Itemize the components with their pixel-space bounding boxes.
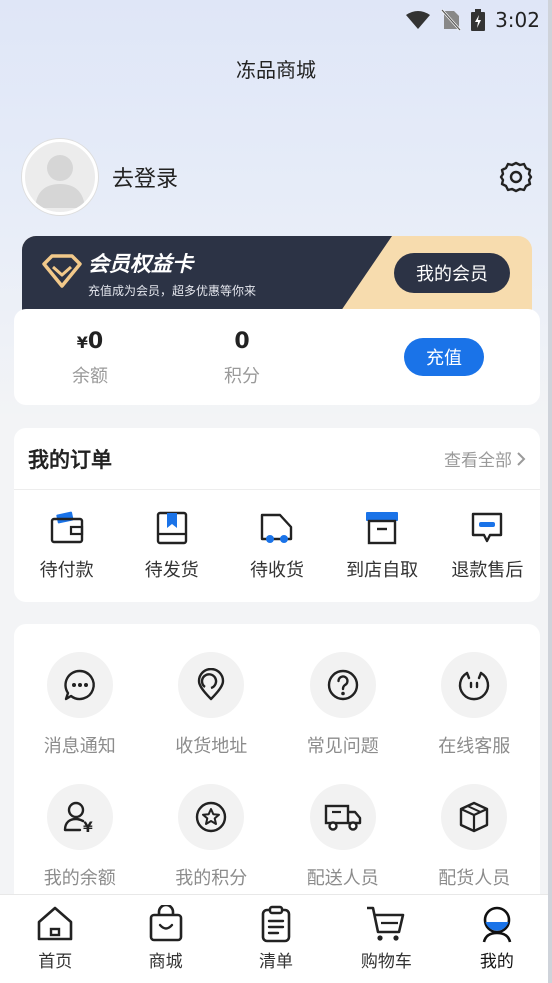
clipboard-list-icon — [261, 905, 291, 943]
settings-button[interactable] — [498, 159, 534, 195]
battery-icon — [471, 9, 486, 31]
tab-cart[interactable]: 购物车 — [331, 895, 441, 983]
chevron-right-icon — [517, 451, 526, 466]
location-pin-icon — [198, 668, 225, 701]
profile-section: 去登录 — [22, 138, 534, 216]
avatar[interactable] — [22, 139, 98, 215]
tab-mall[interactable]: 商城 — [110, 895, 220, 983]
view-all-orders-link[interactable]: 查看全部 — [444, 446, 526, 471]
vip-card-subtitle: 充值成为会员，超多优惠等你来 — [88, 284, 257, 298]
home-icon — [37, 906, 73, 941]
order-refund-aftersale[interactable]: 退款售后 — [435, 510, 540, 582]
balance-value: ¥0 — [76, 329, 104, 354]
diamond-icon — [42, 254, 82, 288]
service-online-support[interactable]: 在线客服 — [409, 652, 541, 784]
service-faq[interactable]: 常见问题 — [277, 652, 409, 784]
points-column[interactable]: 0 积分 — [182, 329, 302, 388]
service-address[interactable]: 收货地址 — [146, 652, 278, 784]
wallet-icon — [50, 511, 83, 544]
profile-icon — [482, 906, 512, 943]
orders-title: 我的订单 — [28, 447, 112, 472]
order-store-pickup[interactable]: 到店自取 — [330, 510, 435, 582]
orders-card: 我的订单 查看全部 待付款 待发货 待收货 到店自取 退款售后 — [14, 428, 540, 602]
tab-list[interactable]: 清单 — [221, 895, 331, 983]
order-pending-payment[interactable]: 待付款 — [14, 510, 119, 582]
customer-service-icon — [459, 671, 490, 701]
question-icon — [327, 669, 358, 701]
points-label: 积分 — [224, 366, 260, 387]
service-messages[interactable]: 消息通知 — [14, 652, 146, 784]
star-badge-icon — [196, 801, 227, 833]
wifi-icon — [406, 11, 431, 29]
order-pending-receipt[interactable]: 待收货 — [224, 510, 329, 582]
chat-refund-icon — [472, 512, 503, 543]
balance-card: ¥0 余额 0 积分 充值 — [14, 309, 540, 405]
orders-header: 我的订单 查看全部 — [14, 428, 540, 490]
scroll-edge — [548, 0, 552, 983]
balance-label: 余额 — [72, 366, 108, 387]
yen-symbol: ¥ — [76, 333, 88, 352]
status-time: 3:02 — [495, 8, 540, 32]
bottom-tab-bar: 首页 商城 清单 购物车 我的 — [0, 894, 552, 983]
services-grid: 消息通知 收货地址 常见问题 在线客服 ¥ 我的余额 我的积分 配送人员 配货人… — [14, 624, 540, 916]
user-yen-icon: ¥ — [63, 801, 93, 834]
page-title: 冻品商城 — [236, 58, 316, 82]
delivery-truck-icon — [324, 804, 361, 831]
gear-icon — [499, 161, 533, 193]
archive-box-icon — [366, 512, 399, 545]
message-icon — [64, 669, 95, 701]
tab-home[interactable]: 首页 — [0, 895, 110, 983]
services-card: 消息通知 收货地址 常见问题 在线客服 ¥ 我的余额 我的积分 配送人员 配货人… — [14, 624, 540, 924]
svg-text:¥: ¥ — [83, 820, 93, 834]
no-sim-icon — [441, 9, 462, 31]
shopping-bag-icon — [149, 905, 182, 942]
cart-icon — [367, 906, 405, 941]
vip-card[interactable]: 会员权益卡 充值成为会员，超多优惠等你来 我的会员 — [22, 236, 532, 312]
truck-icon — [260, 513, 293, 543]
tab-mine[interactable]: 我的 — [442, 895, 552, 983]
points-value: 0 — [234, 329, 250, 354]
balance-column[interactable]: ¥0 余额 — [30, 329, 150, 388]
recharge-button[interactable]: 充值 — [404, 338, 484, 376]
login-link[interactable]: 去登录 — [112, 161, 178, 193]
default-avatar-icon — [35, 155, 85, 208]
vip-card-title: 会员权益卡 — [88, 252, 193, 276]
status-bar: 3:02 — [0, 0, 552, 40]
orders-row: 待付款 待发货 待收货 到店自取 退款售后 — [14, 490, 540, 582]
box-bookmark-icon — [156, 511, 187, 545]
my-membership-button[interactable]: 我的会员 — [394, 253, 510, 293]
package-icon — [460, 801, 489, 833]
order-pending-shipment[interactable]: 待发货 — [119, 510, 224, 582]
